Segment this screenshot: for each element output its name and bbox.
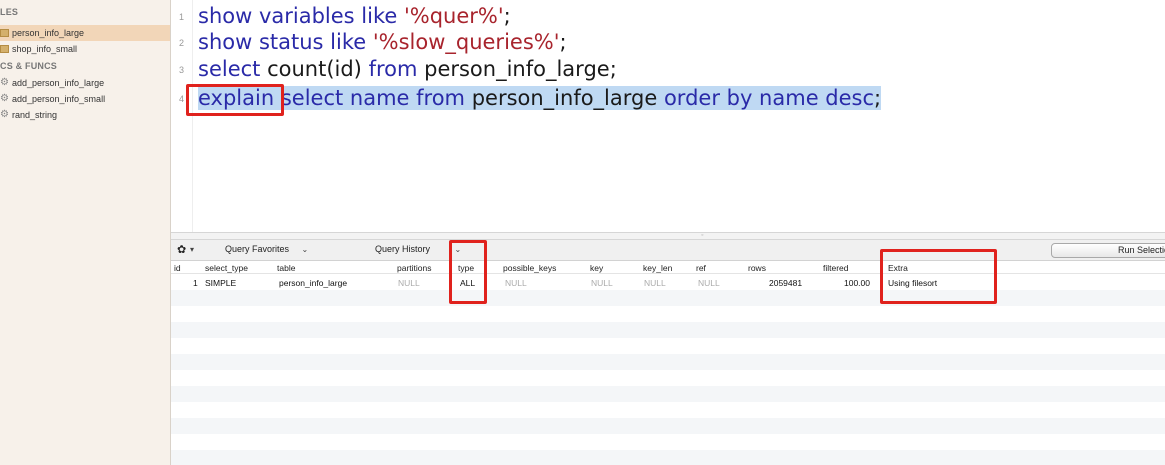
column-header-key-len[interactable]: key_len: [643, 263, 672, 273]
empty-row: [171, 386, 1165, 402]
query-favorites-label: Query Favorites: [225, 244, 290, 254]
empty-row: [171, 418, 1165, 434]
code-line-4[interactable]: explain select name from person_info_lar…: [198, 86, 882, 110]
query-favorites-button[interactable]: Query Favorites ⌄: [225, 244, 308, 254]
empty-row: [171, 354, 1165, 370]
cell-partitions: NULL: [398, 278, 420, 288]
column-header-select-type[interactable]: select_type: [205, 263, 248, 273]
empty-row: [171, 450, 1165, 465]
run-selection-button[interactable]: Run Selection: [1051, 243, 1165, 258]
gear-menu-chevron-icon[interactable]: ▾: [190, 244, 194, 254]
line-gutter: [171, 0, 193, 232]
line-number: 4: [179, 94, 185, 104]
cell-key-len: NULL: [644, 278, 666, 288]
gear-icon[interactable]: ✿: [177, 243, 186, 256]
empty-row: [171, 322, 1165, 338]
code-token: count(id): [267, 57, 369, 81]
code-token: person_info_large: [471, 86, 664, 110]
query-editor[interactable]: 1 show variables like '%quer%'; 2 show stat…: [171, 0, 1165, 232]
cell-key: NULL: [591, 278, 613, 288]
sidebar-item-rand-string[interactable]: ⚙ rand_string: [0, 107, 170, 123]
sidebar-item-label: shop_info_small: [12, 44, 78, 54]
column-header-rows[interactable]: rows: [748, 263, 766, 273]
cell-table: person_info_large: [279, 278, 348, 288]
gear-icon: ⚙: [0, 93, 9, 104]
code-token: from: [416, 86, 472, 110]
code-token: select: [198, 57, 268, 81]
tables-section-header: LES: [0, 7, 19, 17]
sidebar-item-person-info-large[interactable]: person_info_large: [0, 25, 170, 41]
query-history-label: Query History: [375, 244, 431, 254]
sidebar-item-label: person_info_large: [12, 28, 85, 38]
code-token: '%slow_queries%': [372, 30, 560, 54]
sidebar-item-add-person-info-large[interactable]: ⚙ add_person_info_large: [0, 75, 170, 91]
column-header-partitions[interactable]: partitions: [397, 263, 432, 273]
code-token: show status like: [198, 30, 373, 54]
line-number: 2: [179, 38, 185, 48]
cell-rows: 2059481: [769, 278, 803, 288]
cell-filtered: 100.00: [844, 278, 870, 288]
column-header-ref[interactable]: ref: [696, 263, 706, 273]
results-toolbar: ✿ ▾ Query Favorites ⌄ Query History ⌄ Ru…: [171, 240, 1165, 261]
table-icon: [0, 45, 9, 53]
column-header-id[interactable]: id: [174, 263, 181, 273]
sidebar-item-label: add_person_info_large: [12, 78, 105, 88]
code-line-1[interactable]: show variables like '%quer%';: [198, 4, 511, 28]
code-line-2[interactable]: show status like '%slow_queries%';: [198, 30, 567, 54]
code-token: from: [368, 57, 425, 81]
annotation-box-extra: [880, 249, 997, 304]
column-header-table[interactable]: table: [277, 263, 295, 273]
code-token: select name: [274, 86, 417, 110]
column-header-possible-keys[interactable]: possible_keys: [503, 263, 556, 273]
cell-possible-keys: NULL: [505, 278, 527, 288]
sidebar-item-label: rand_string: [12, 110, 58, 120]
code-token: ;: [559, 30, 567, 54]
annotation-box-explain: [186, 84, 284, 116]
gear-icon: ⚙: [0, 77, 9, 88]
cell-id: 1: [193, 278, 198, 288]
empty-row: [171, 290, 1165, 306]
code-token: order by name desc: [663, 86, 875, 110]
code-token: person_info_large;: [424, 57, 617, 81]
results-grid: id select_type table partitions type pos…: [171, 240, 1165, 465]
app-window: LES person_info_large shop_info_small CS…: [0, 0, 1165, 465]
code-line-3[interactable]: select count(id) from person_info_large;: [198, 57, 617, 81]
sidebar-item-label: add_person_info_small: [12, 94, 106, 104]
table-icon: [0, 29, 9, 37]
line-number: 3: [179, 65, 185, 75]
procs-section-header: CS & FUNCS: [0, 61, 58, 71]
column-header-filtered[interactable]: filtered: [823, 263, 849, 273]
function-icon: ⚙: [0, 109, 9, 120]
splitter-handle[interactable]: ◦: [171, 232, 1165, 240]
sidebar: LES person_info_large shop_info_small CS…: [0, 0, 171, 465]
code-token: ;: [503, 4, 511, 28]
code-token: show variables like: [198, 4, 404, 28]
sidebar-item-shop-info-small[interactable]: shop_info_small: [0, 41, 170, 57]
line-number: 1: [179, 12, 185, 22]
sidebar-item-add-person-info-small[interactable]: ⚙ add_person_info_small: [0, 91, 170, 107]
code-token: ;: [874, 86, 882, 110]
cell-ref: NULL: [698, 278, 720, 288]
column-header-key[interactable]: key: [590, 263, 603, 273]
code-token: '%quer%': [403, 4, 504, 28]
cell-select-type: SIMPLE: [205, 278, 237, 288]
chevron-down-icon: ⌄: [301, 245, 309, 254]
annotation-box-type: [449, 240, 487, 304]
